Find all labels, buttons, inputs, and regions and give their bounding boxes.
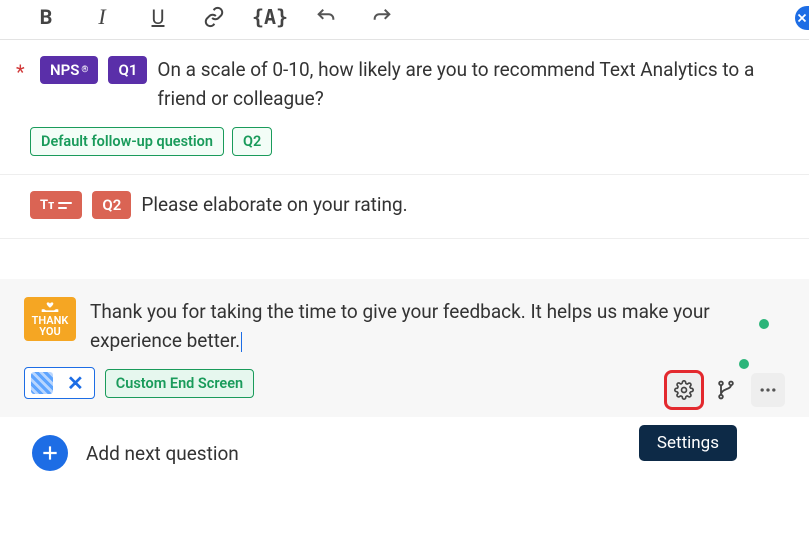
ellipsis-icon [758,380,778,400]
heart-hands-icon [40,301,60,313]
q2-number-badge[interactable]: Q2 [92,191,131,219]
formatting-toolbar: B I U {A} [0,0,809,40]
q1-number-badge[interactable]: Q1 [108,56,147,84]
settings-tooltip: Settings [639,425,737,461]
more-button[interactable] [751,373,785,407]
swatch-icon [31,372,53,394]
followup-q2-tag[interactable]: Q2 [232,127,272,156]
redo-icon [371,6,393,28]
thank-you-badge[interactable]: THANKYOU [24,297,76,341]
nps-type-badge[interactable]: NPS® [40,56,98,84]
redo-button[interactable] [368,3,396,31]
text-type-icon: Tᴛ [40,197,72,213]
undo-button[interactable] [312,3,340,31]
q1-text[interactable]: On a scale of 0-10, how likely are you t… [157,56,785,113]
remove-image-icon[interactable]: ✕ [63,371,88,395]
question-block-1: * NPS® Q1 On a scale of 0-10, how likely… [0,40,809,175]
link-icon [203,6,225,28]
underline-button[interactable]: U [144,3,172,31]
required-marker: * [16,56,30,82]
link-button[interactable] [200,3,228,31]
italic-button[interactable]: I [88,3,116,31]
thank-you-text[interactable]: Thank you for taking the time to give yo… [90,297,785,356]
add-next-label[interactable]: Add next question [86,442,239,465]
branch-button[interactable] [709,373,743,407]
plus-icon [40,443,60,463]
branch-icon [716,380,736,400]
close-icon [795,11,809,25]
thank-you-block: THANKYOU Thank you for taking the time t… [0,279,809,418]
block-action-bar [667,373,785,407]
undo-icon [315,6,337,28]
bold-button[interactable]: B [32,3,60,31]
text-type-badge[interactable]: Tᴛ [30,191,82,219]
add-question-button[interactable] [32,435,68,471]
status-dot [759,319,769,329]
gear-icon [674,380,694,400]
settings-button[interactable] [667,373,701,407]
variable-button[interactable]: {A} [256,3,284,31]
custom-end-screen-tag[interactable]: Custom End Screen [105,369,254,398]
q2-text[interactable]: Please elaborate on your rating. [141,191,785,220]
question-block-2: Tᴛ Q2 Please elaborate on your rating. [0,175,809,239]
end-screen-image-chip[interactable]: ✕ [24,367,95,399]
default-followup-tag[interactable]: Default follow-up question [30,127,224,156]
